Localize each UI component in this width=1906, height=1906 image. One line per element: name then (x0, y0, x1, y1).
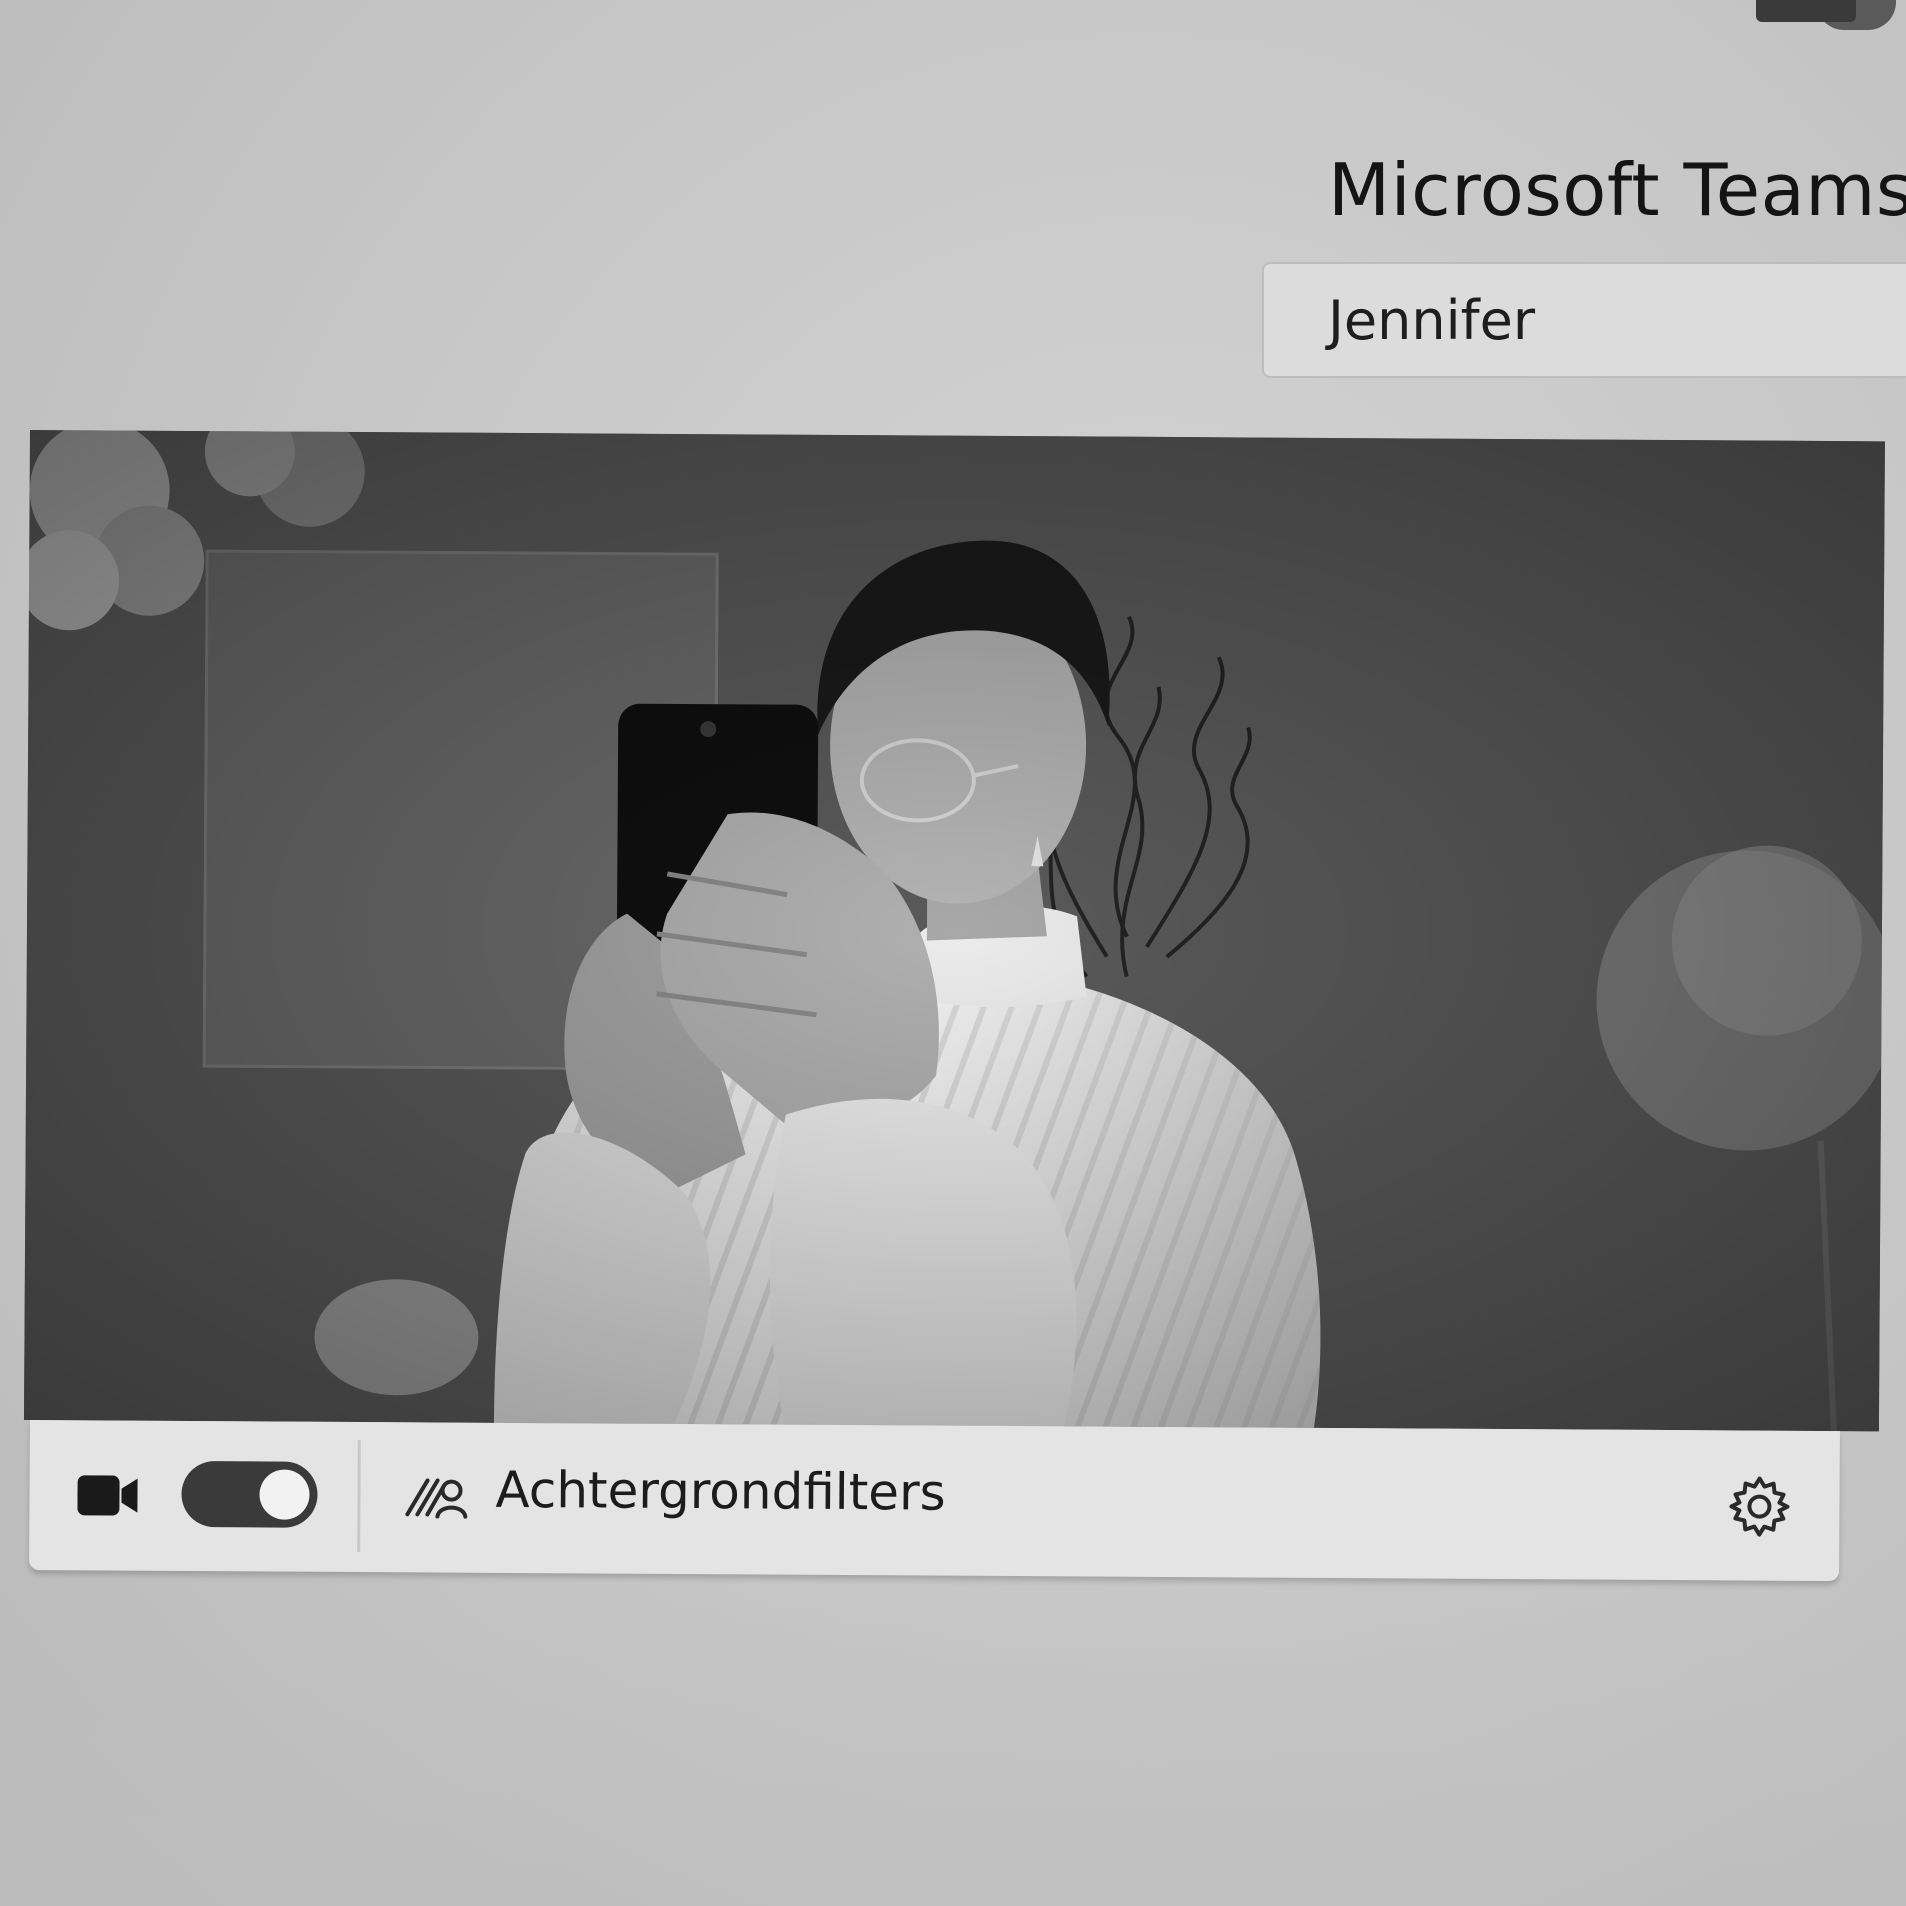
teams-logo-icon (1746, 0, 1906, 40)
toolbar-divider (357, 1440, 361, 1553)
window-title: Microsoft Teams- (1328, 148, 1906, 232)
camera-icon[interactable] (77, 1472, 139, 1518)
empty-background-area (0, 1600, 1906, 1906)
name-input[interactable]: Jennifer (1262, 262, 1906, 378)
background-filters-button[interactable]: Achtergrondfilters (495, 1461, 945, 1522)
camera-toggle[interactable] (181, 1460, 318, 1528)
camera-preview-card: Achtergrondfilters (23, 430, 1885, 1596)
camera-preview-video (23, 430, 1885, 1432)
teams-prejoin-screen: Microsoft Teams- Jennifer Achtergrondfil… (0, 0, 1906, 1906)
toggle-knob (259, 1469, 310, 1520)
gear-icon[interactable] (1727, 1474, 1791, 1538)
background-filters-icon[interactable] (403, 1474, 469, 1520)
camera-feed-image (23, 430, 1885, 1432)
preview-toolbar: Achtergrondfilters (29, 1420, 1840, 1582)
